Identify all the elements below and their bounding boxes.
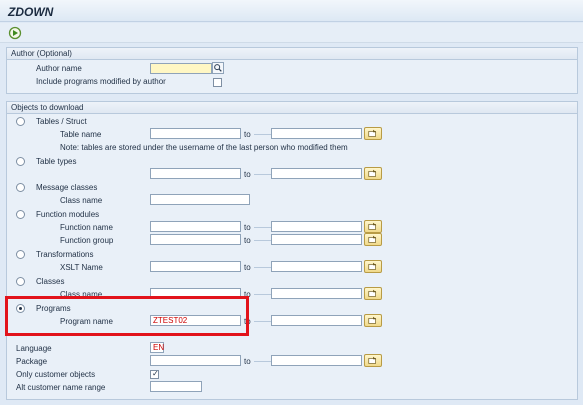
application-toolbar bbox=[0, 23, 583, 43]
multiple-selection-icon bbox=[368, 262, 377, 270]
only-customer-checkbox[interactable] bbox=[150, 369, 159, 379]
package-from[interactable] bbox=[150, 355, 241, 366]
to-line bbox=[254, 134, 271, 135]
include-modified-label: Include programs modified by author bbox=[36, 77, 166, 86]
program-name-to[interactable] bbox=[271, 315, 362, 326]
table-name-from[interactable] bbox=[150, 128, 241, 139]
alt-customer-label: Alt customer name range bbox=[16, 383, 106, 392]
function-name-label: Function name bbox=[60, 223, 113, 232]
multiple-selection-icon bbox=[368, 289, 377, 297]
search-help-button[interactable] bbox=[212, 62, 224, 74]
execute-icon[interactable] bbox=[8, 26, 22, 40]
author-name-field[interactable] bbox=[150, 63, 212, 74]
radio-message-classes[interactable] bbox=[16, 183, 25, 192]
table-types-to[interactable] bbox=[271, 168, 362, 179]
xslt-name-from[interactable] bbox=[150, 261, 241, 272]
window-title: ZDOWN bbox=[8, 5, 54, 19]
radio-tables[interactable] bbox=[16, 117, 25, 126]
to-line bbox=[254, 294, 271, 295]
programs-highlight-box bbox=[5, 296, 249, 336]
to-label: to bbox=[244, 223, 251, 232]
message-class-name-label: Class name bbox=[60, 196, 103, 205]
multiple-selection-button[interactable] bbox=[364, 314, 382, 327]
multiple-selection-icon bbox=[368, 316, 377, 324]
multiple-selection-icon bbox=[368, 169, 377, 177]
magnifier-icon bbox=[214, 64, 222, 72]
package-label: Package bbox=[16, 357, 48, 366]
only-customer-label: Only customer objects bbox=[16, 370, 96, 379]
include-modified-checkbox[interactable] bbox=[213, 78, 222, 87]
radio-classes[interactable] bbox=[16, 277, 25, 286]
class-name-to[interactable] bbox=[271, 288, 362, 299]
to-label: to bbox=[244, 130, 251, 139]
multiple-selection-icon bbox=[368, 235, 377, 243]
author-name-label: Author name bbox=[36, 64, 82, 73]
multiple-selection-icon bbox=[368, 356, 377, 364]
table-types-from[interactable] bbox=[150, 168, 241, 179]
author-group-title: Author (Optional) bbox=[7, 48, 577, 60]
multiple-selection-button[interactable] bbox=[364, 167, 382, 180]
message-class-name-field[interactable] bbox=[150, 194, 250, 205]
to-label: to bbox=[244, 170, 251, 179]
radio-table-types[interactable] bbox=[16, 157, 25, 166]
option-label-message-classes: Message classes bbox=[36, 183, 98, 192]
option-label-classes: Classes bbox=[36, 277, 65, 286]
option-label-function-modules: Function modules bbox=[36, 210, 100, 219]
table-name-to[interactable] bbox=[271, 128, 362, 139]
tables-note: Note: tables are stored under the userna… bbox=[60, 143, 348, 152]
alt-customer-field[interactable] bbox=[150, 381, 202, 392]
option-label-tables: Tables / Struct bbox=[36, 117, 87, 126]
table-name-label: Table name bbox=[60, 130, 102, 139]
to-label: to bbox=[244, 357, 251, 366]
function-name-from[interactable] bbox=[150, 221, 241, 232]
radio-function-modules[interactable] bbox=[16, 210, 25, 219]
multiple-selection-icon bbox=[368, 129, 377, 137]
function-group-label: Function group bbox=[60, 236, 114, 245]
xslt-name-to[interactable] bbox=[271, 261, 362, 272]
language-field[interactable]: EN bbox=[150, 342, 164, 353]
radio-transformations[interactable] bbox=[16, 250, 25, 259]
package-to[interactable] bbox=[271, 355, 362, 366]
multiple-selection-button[interactable] bbox=[364, 220, 382, 233]
option-label-transformations: Transformations bbox=[36, 250, 94, 259]
function-group-from[interactable] bbox=[150, 234, 241, 245]
to-label: to bbox=[244, 236, 251, 245]
multiple-selection-button[interactable] bbox=[364, 127, 382, 140]
objects-group-title: Objects to download bbox=[7, 102, 577, 114]
to-line bbox=[254, 174, 271, 175]
multiple-selection-button[interactable] bbox=[364, 354, 382, 367]
function-group-to[interactable] bbox=[271, 234, 362, 245]
multiple-selection-icon bbox=[368, 222, 377, 230]
multiple-selection-button[interactable] bbox=[364, 260, 382, 273]
option-label-table-types: Table types bbox=[36, 157, 77, 166]
to-line bbox=[254, 267, 271, 268]
to-line bbox=[254, 240, 271, 241]
xslt-name-label: XSLT Name bbox=[60, 263, 103, 272]
title-bar: ZDOWN bbox=[0, 0, 583, 22]
to-line bbox=[254, 227, 271, 228]
multiple-selection-button[interactable] bbox=[364, 287, 382, 300]
to-line bbox=[254, 321, 271, 322]
function-name-to[interactable] bbox=[271, 221, 362, 232]
language-label: Language bbox=[16, 344, 52, 353]
to-label: to bbox=[244, 263, 251, 272]
multiple-selection-button[interactable] bbox=[364, 233, 382, 246]
to-line bbox=[254, 361, 271, 362]
